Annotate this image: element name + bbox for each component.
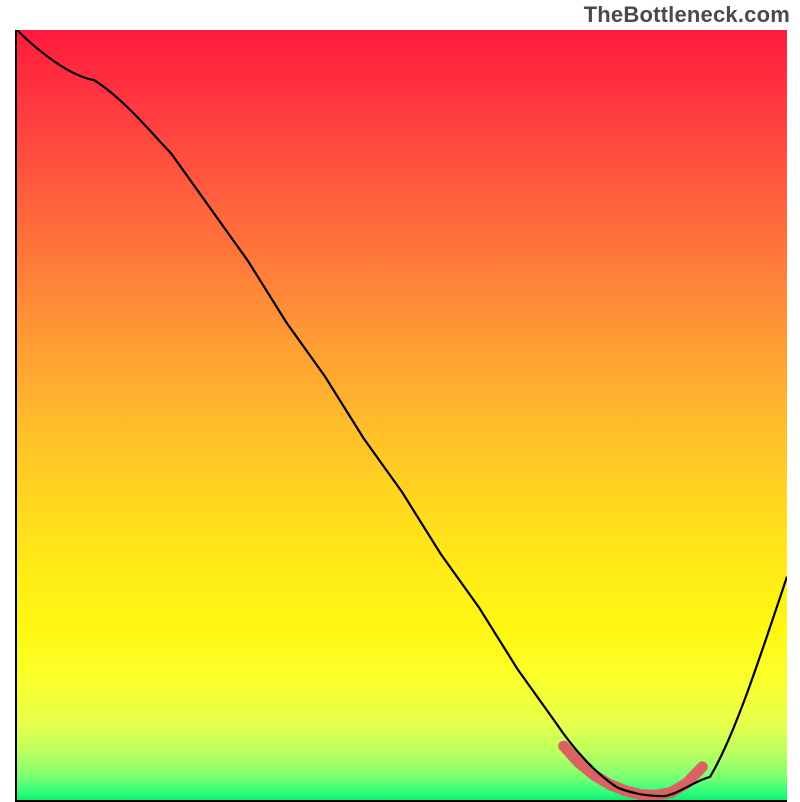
- chart-svg: [17, 30, 787, 800]
- optimal-zone-band: [564, 746, 703, 795]
- chart-canvas: TheBottleneck.com: [0, 0, 800, 800]
- curve-line: [17, 30, 787, 796]
- watermark-text: TheBottleneck.com: [584, 2, 790, 28]
- plot-area: [15, 30, 787, 802]
